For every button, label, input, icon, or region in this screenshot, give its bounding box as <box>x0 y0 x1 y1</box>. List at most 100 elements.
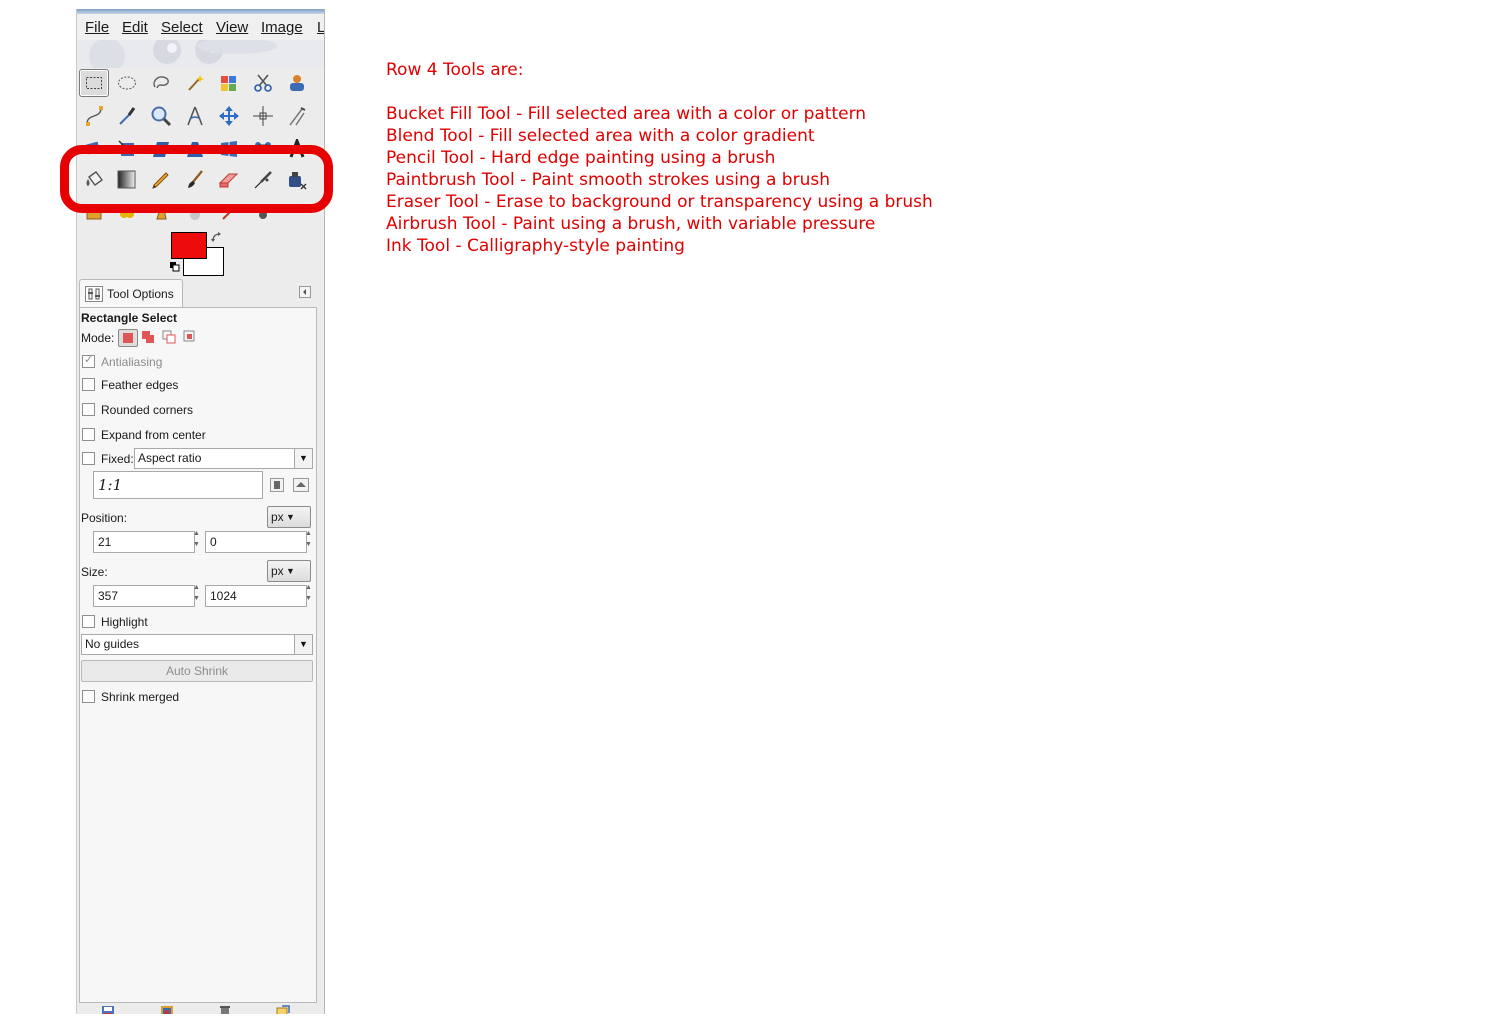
antialiasing-checkbox[interactable] <box>82 353 95 368</box>
tool-name-label: Rectangle Select <box>81 311 178 325</box>
size-height-input[interactable]: 1024 <box>205 585 307 607</box>
notes-heading: Row 4 Tools are: <box>386 60 524 80</box>
menu-view[interactable]: View <box>216 19 248 36</box>
color-picker-tool[interactable] <box>112 102 142 130</box>
ink-tool[interactable] <box>282 166 312 194</box>
expand-from-center-label: Expand from center <box>101 428 206 442</box>
position-y-spinner[interactable] <box>305 530 313 552</box>
perspective-clone-tool[interactable] <box>146 199 176 227</box>
zoom-tool[interactable] <box>146 102 176 130</box>
highlight-checkbox[interactable] <box>82 615 95 628</box>
perspective-tool[interactable] <box>180 135 210 163</box>
align-tool[interactable] <box>248 102 278 130</box>
position-unit-value: px <box>271 510 284 524</box>
rounded-corners-checkbox[interactable] <box>82 403 95 416</box>
menu-image[interactable]: Image <box>261 19 303 36</box>
position-x-spinner[interactable] <box>193 530 201 552</box>
smudge-tool[interactable] <box>214 199 244 227</box>
size-width-input[interactable]: 357 <box>93 585 195 607</box>
note-blend: Blend Tool - Fill selected area with a c… <box>386 126 815 146</box>
heal-tool[interactable] <box>112 199 142 227</box>
feather-edges-checkbox[interactable] <box>82 378 95 391</box>
eraser-tool[interactable] <box>214 166 244 194</box>
reset-options-icon[interactable] <box>276 1005 290 1014</box>
airbrush-tool[interactable] <box>248 166 278 194</box>
bucket-fill-tool[interactable] <box>79 166 109 194</box>
blur-tool[interactable] <box>180 199 210 227</box>
menu-layer[interactable]: L <box>317 19 324 36</box>
cage-transform-icon <box>255 142 271 148</box>
rect-select-tool[interactable] <box>79 69 109 97</box>
menu-file[interactable]: File <box>85 19 109 36</box>
blur-icon <box>190 210 200 220</box>
tab-tool-options[interactable]: Tool Options <box>79 279 183 308</box>
mode-add-button[interactable] <box>140 329 158 345</box>
mode-intersect-button[interactable] <box>182 329 200 345</box>
foreground-select-tool[interactable] <box>282 69 312 97</box>
fixed-mode-value: Aspect ratio <box>138 451 202 465</box>
dock-footer <box>77 1001 324 1014</box>
position-x-input[interactable]: 21 <box>93 531 195 553</box>
perspective-icon <box>187 142 203 157</box>
gimp-toolbox-window: File Edit Select View Image L Tool Optio… <box>76 9 325 1014</box>
rotate-tool[interactable] <box>79 135 109 163</box>
scale-tool[interactable] <box>112 135 142 163</box>
fuzzy-select-tool[interactable] <box>180 69 210 97</box>
crop-tool[interactable] <box>282 102 312 130</box>
pencil-tool[interactable] <box>146 166 176 194</box>
measure-icon <box>187 106 203 126</box>
note-pencil: Pencil Tool - Hard edge painting using a… <box>386 148 776 168</box>
measure-tool[interactable] <box>180 102 210 130</box>
select-by-color-tool[interactable] <box>214 69 244 97</box>
scissors-select-tool[interactable] <box>248 69 278 97</box>
aspect-ratio-field[interactable]: 1:1 <box>93 471 263 499</box>
dock-menu-icon[interactable] <box>299 286 311 298</box>
portrait-icon[interactable] <box>270 478 284 492</box>
crop-icon <box>289 107 306 126</box>
swap-colors-icon[interactable] <box>210 231 224 245</box>
move-tool[interactable] <box>214 102 244 130</box>
shrink-merged-checkbox[interactable] <box>82 690 95 703</box>
reset-colors-icon[interactable] <box>169 261 181 273</box>
menu-select[interactable]: Select <box>161 19 203 36</box>
pencil-icon <box>152 172 169 189</box>
shear-tool[interactable] <box>146 135 176 163</box>
cage-transform-tool[interactable] <box>248 135 278 163</box>
landscape-icon[interactable] <box>293 478 309 492</box>
mode-add-icon <box>142 331 154 343</box>
save-options-icon[interactable] <box>101 1005 115 1014</box>
guides-select[interactable]: No guides ▼ <box>81 634 313 655</box>
foreground-color-swatch[interactable] <box>171 232 207 259</box>
size-width-spinner[interactable] <box>193 584 201 606</box>
wilber-drop-area[interactable] <box>77 40 324 68</box>
restore-options-icon[interactable] <box>160 1005 174 1014</box>
auto-shrink-button[interactable]: Auto Shrink <box>81 660 313 682</box>
size-height-spinner[interactable] <box>305 584 313 606</box>
ellipse-select-icon <box>118 76 136 90</box>
position-y-input[interactable]: 0 <box>205 531 307 553</box>
dodge-burn-tool[interactable] <box>248 199 278 227</box>
guides-value: No guides <box>85 637 140 651</box>
free-select-tool[interactable] <box>146 69 176 97</box>
foreground-select-icon <box>290 75 304 91</box>
bucket-fill-icon <box>86 171 103 186</box>
text-tool[interactable] <box>282 135 312 163</box>
mode-replace-icon <box>123 333 133 343</box>
ellipse-select-tool[interactable] <box>112 69 142 97</box>
note-paintbrush: Paintbrush Tool - Paint smooth strokes u… <box>386 170 830 190</box>
menu-edit[interactable]: Edit <box>122 19 148 36</box>
flip-tool[interactable] <box>214 135 244 163</box>
delete-options-icon[interactable] <box>218 1005 232 1014</box>
fixed-checkbox[interactable] <box>82 452 95 465</box>
mode-subtract-button[interactable] <box>161 329 179 345</box>
paintbrush-tool[interactable] <box>180 166 210 194</box>
expand-from-center-checkbox[interactable] <box>82 428 95 441</box>
size-unit-select[interactable]: px ▼ <box>267 560 311 582</box>
chevron-down-icon: ▼ <box>294 449 312 468</box>
clone-tool[interactable] <box>79 199 109 227</box>
mode-replace-button[interactable] <box>118 329 138 347</box>
blend-tool[interactable] <box>112 166 142 194</box>
fixed-mode-select[interactable]: Aspect ratio ▼ <box>134 448 313 469</box>
position-unit-select[interactable]: px ▼ <box>267 506 311 528</box>
paths-tool[interactable] <box>79 102 109 130</box>
